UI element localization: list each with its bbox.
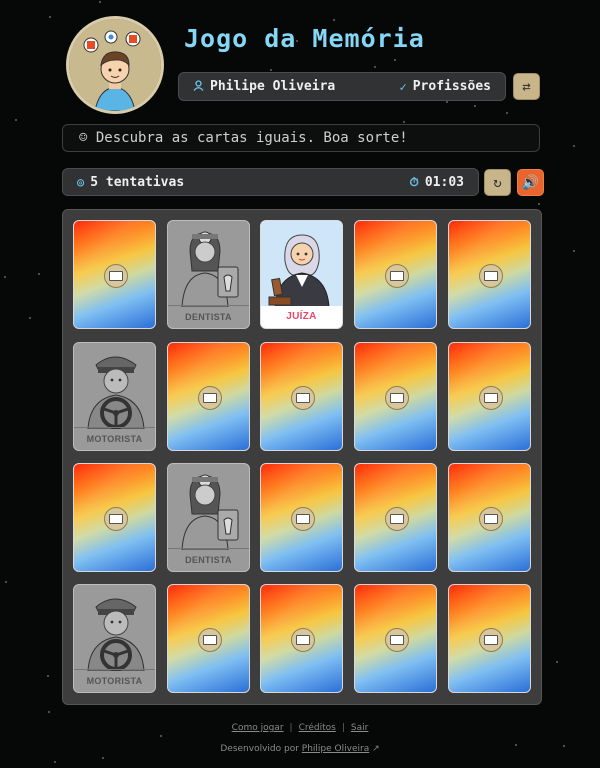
card-back-emblem-icon [197, 385, 222, 410]
memory-card-facedown[interactable] [167, 584, 250, 693]
card-label: MOTORISTA [74, 669, 155, 692]
card-back-emblem-icon [103, 263, 128, 288]
user-icon [193, 79, 204, 94]
memory-card-facedown[interactable] [448, 463, 531, 572]
star [573, 249, 576, 252]
dentist-icon [168, 221, 249, 308]
card-back-emblem-icon [478, 263, 503, 288]
star [445, 101, 448, 104]
star [49, 16, 52, 19]
developer-avatar-icon [69, 19, 161, 111]
developed-by-text: Desenvolvido por [220, 744, 299, 754]
star [160, 734, 163, 737]
player-name: Philipe Oliveira [210, 79, 336, 94]
card-label: MOTORISTA [74, 427, 155, 450]
star [394, 58, 397, 61]
star [4, 276, 7, 279]
star [270, 69, 273, 72]
card-back-emblem-icon [478, 506, 503, 531]
memory-card-facedown[interactable] [354, 584, 437, 693]
driver-icon [74, 343, 155, 430]
card-back-emblem-icon [478, 385, 503, 410]
how-to-play-link[interactable]: Como jogar [232, 723, 284, 733]
footer-credits: Desenvolvido por Philipe Oliveira ↗ [0, 744, 600, 754]
card-back-emblem-icon [384, 263, 409, 288]
star [98, 0, 101, 3]
star [332, 18, 335, 21]
refresh-icon: ⇄ [522, 78, 531, 95]
external-link-icon: ↗ [372, 744, 380, 754]
target-icon: ◎ [77, 175, 85, 189]
memory-card-facedown[interactable] [73, 220, 156, 329]
memory-card-facedown[interactable] [448, 584, 531, 693]
memory-card-facedown[interactable] [354, 342, 437, 451]
restart-button[interactable]: ↻ [484, 169, 511, 196]
player-avatar [66, 16, 164, 114]
memory-card-facedown[interactable] [260, 463, 343, 572]
timer: 01:03 [424, 174, 464, 190]
memory-card-matched[interactable]: MOTORISTA [73, 584, 156, 693]
attempts-count: 5 tentativas [90, 174, 185, 190]
memory-card-facedown[interactable] [260, 584, 343, 693]
card-back-emblem-icon [290, 506, 315, 531]
card-back-emblem-icon [290, 627, 315, 652]
memory-card-matched[interactable]: DENTISTA [167, 220, 250, 329]
memory-card-facedown[interactable] [448, 342, 531, 451]
memory-card-matched[interactable]: MOTORISTA [73, 342, 156, 451]
driver-icon [74, 585, 155, 672]
sound-toggle-button[interactable]: 🔊 [517, 169, 544, 196]
stats-bar: ◎ 5 tentativas ⏱ 01:03 [62, 168, 479, 196]
memory-card-facedown[interactable] [354, 463, 437, 572]
star [573, 145, 576, 148]
memory-card-facedown[interactable] [448, 220, 531, 329]
card-back-emblem-icon [478, 627, 503, 652]
star [102, 756, 105, 759]
page-title: Jogo da Memória [184, 24, 425, 53]
game-board: DENTISTA JUÍZA MOTORISTA DENTISTA MOTORISTA [62, 209, 542, 705]
memory-card-matched[interactable]: DENTISTA [167, 463, 250, 572]
star [505, 111, 508, 114]
memory-card-facedown[interactable] [167, 342, 250, 451]
star [5, 580, 8, 583]
memory-card-facedown[interactable] [73, 463, 156, 572]
check-icon: ✓ [399, 79, 407, 94]
memory-card-revealed[interactable]: JUÍZA [260, 220, 343, 329]
card-label: DENTISTA [168, 305, 249, 328]
stopwatch-icon: ⏱ [409, 174, 419, 189]
theme-name: Profissões [412, 79, 491, 94]
dentist-icon [168, 464, 249, 551]
developer-link[interactable]: Philipe Oliveira [302, 744, 369, 754]
card-label: DENTISTA [168, 548, 249, 571]
exit-link[interactable]: Sair [351, 723, 368, 733]
card-back-emblem-icon [384, 506, 409, 531]
card-back-emblem-icon [384, 385, 409, 410]
star [556, 660, 559, 663]
star [14, 118, 17, 121]
judge-icon [261, 221, 342, 308]
star [47, 674, 50, 677]
star [537, 203, 540, 206]
star [474, 104, 477, 107]
star [53, 760, 56, 763]
speaker-icon: 🔊 [521, 174, 540, 191]
card-back-emblem-icon [384, 627, 409, 652]
memory-card-facedown[interactable] [260, 342, 343, 451]
memory-card-facedown[interactable] [354, 220, 437, 329]
footer-links: Como jogar | Créditos | Sair [231, 723, 369, 733]
card-back-emblem-icon [197, 627, 222, 652]
card-back-emblem-icon [290, 385, 315, 410]
star [47, 711, 50, 714]
change-player-button[interactable]: ⇄ [513, 73, 540, 100]
star [374, 66, 377, 69]
star [403, 121, 406, 124]
player-info-bar: Philipe Oliveira ✓ Profissões [178, 72, 506, 101]
restart-icon: ↻ [493, 174, 502, 191]
star [38, 273, 41, 276]
card-label: JUÍZA [261, 306, 342, 328]
star [28, 316, 31, 319]
credits-link[interactable]: Créditos [299, 723, 336, 733]
status-message: ☺ Descubra as cartas iguais. Boa sorte! [62, 124, 540, 152]
card-back-emblem-icon [103, 506, 128, 531]
